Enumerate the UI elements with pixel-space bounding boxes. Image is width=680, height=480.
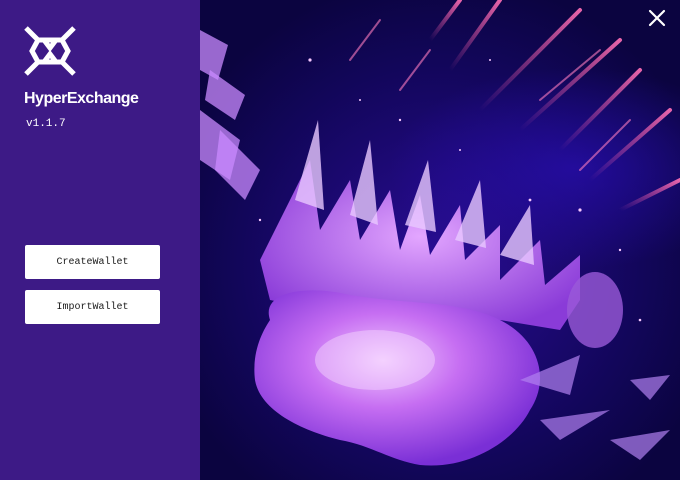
app-window: HyperExchange v1.1.7 CreateWallet Import… <box>0 0 680 480</box>
import-wallet-button[interactable]: ImportWallet <box>25 290 160 324</box>
brand-name: HyperExchange <box>24 90 139 107</box>
sidebar: HyperExchange v1.1.7 CreateWallet Import… <box>0 0 200 480</box>
create-wallet-button[interactable]: CreateWallet <box>25 245 160 279</box>
splash-illustration <box>200 0 680 466</box>
hyperexchange-logo <box>24 26 76 76</box>
hero-artwork <box>200 0 680 480</box>
close-icon[interactable] <box>645 6 669 30</box>
version-label: v1.1.7 <box>26 118 66 130</box>
